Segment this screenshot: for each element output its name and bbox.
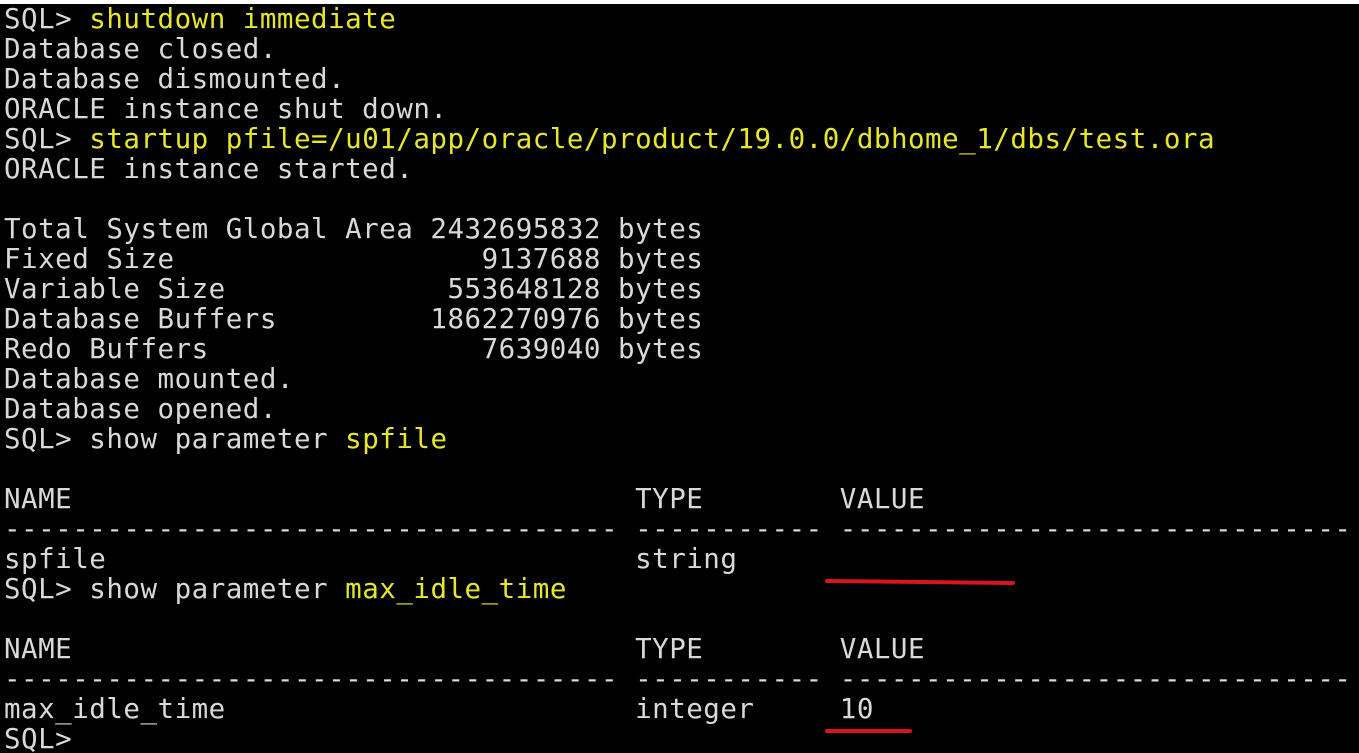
result-separator-row: ------------------------------------ ---… bbox=[4, 663, 1352, 695]
sga-total-line: Total System Global Area 2432695832 byte… bbox=[4, 213, 704, 245]
sga-fixed-size-line: Fixed Size 9137688 bytes bbox=[4, 243, 704, 275]
terminal-line: SQL> show parameter max_idle_time bbox=[4, 574, 567, 604]
result-row-spfile: spfile string bbox=[4, 543, 738, 575]
terminal-line: Database opened. bbox=[4, 393, 277, 425]
sql-prompt: SQL> bbox=[4, 4, 90, 35]
result-row-max-idle-time: max_idle_time integer 10 bbox=[4, 693, 874, 725]
terminal-line: ORACLE instance shut down. bbox=[4, 93, 448, 125]
terminal-line: ORACLE instance started. bbox=[4, 153, 414, 185]
terminal-line: Database mounted. bbox=[4, 363, 294, 395]
command-text: startup pfile=/u01/app/oracle/product/19… bbox=[89, 123, 1216, 155]
sga-redo-buffers-line: Redo Buffers 7639040 bytes bbox=[4, 333, 704, 365]
sga-variable-size-line: Variable Size 553648128 bytes bbox=[4, 273, 704, 305]
command-argument: spfile bbox=[345, 423, 448, 455]
sql-prompt: SQL> bbox=[4, 123, 90, 155]
sql-prompt: SQL> bbox=[4, 423, 90, 455]
annotation-underline-max-idle-time-value bbox=[825, 729, 912, 733]
command-text: shutdown immediate bbox=[89, 4, 397, 35]
command-argument: max_idle_time bbox=[345, 573, 567, 605]
terminal-line: Database dismounted. bbox=[4, 63, 346, 95]
result-header-row: NAME TYPE VALUE bbox=[4, 483, 926, 515]
sql-prompt: SQL> bbox=[4, 573, 90, 605]
terminal-line: Database closed. bbox=[4, 33, 277, 65]
command-text: show parameter bbox=[89, 573, 346, 605]
terminal-line: SQL> startup pfile=/u01/app/oracle/produ… bbox=[4, 124, 1215, 154]
terminal-line: SQL> shutdown immediate bbox=[4, 4, 396, 34]
current-prompt[interactable]: SQL> bbox=[4, 724, 89, 753]
annotation-underline-spfile-value bbox=[824, 579, 1016, 585]
terminal-line: SQL> show parameter spfile bbox=[4, 424, 448, 454]
result-separator-row: ------------------------------------ ---… bbox=[4, 513, 1352, 545]
command-text: show parameter bbox=[89, 423, 346, 455]
result-header-row: NAME TYPE VALUE bbox=[4, 633, 926, 665]
sqlplus-terminal[interactable]: SQL> shutdown immediate Database closed.… bbox=[0, 4, 1359, 753]
sga-database-buffers-line: Database Buffers 1862270976 bytes bbox=[4, 303, 704, 335]
